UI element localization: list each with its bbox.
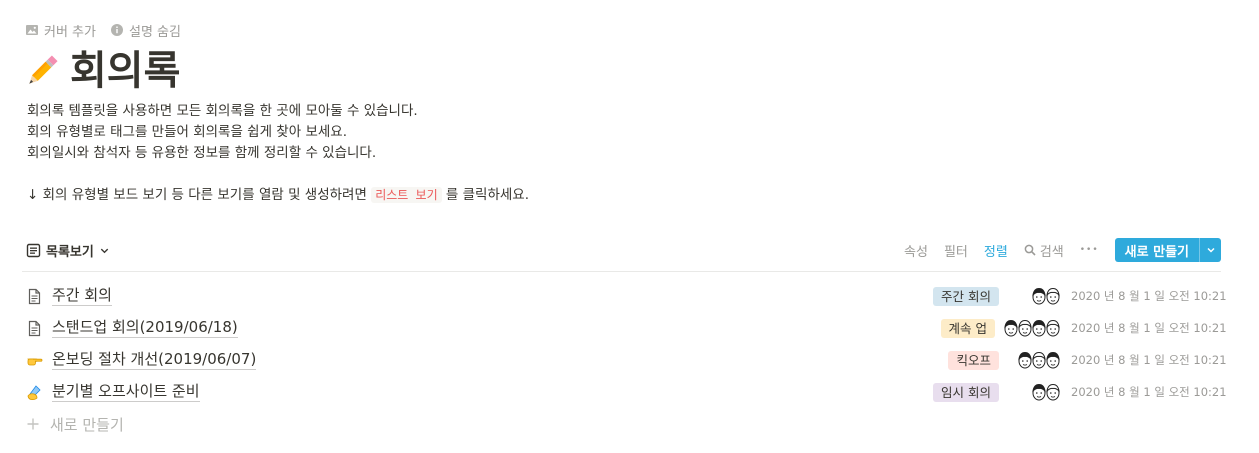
attendees[interactable] — [1009, 287, 1061, 305]
created-date: 2020 년 8 월 1 일 오전 10:21 — [1071, 321, 1227, 335]
meeting-type-tag: 계속 업 — [940, 318, 995, 338]
list-item[interactable]: 온보딩 절차 개선(2019/06/07) 킥오프 2020 년 8 월 1 일… — [22, 344, 1227, 376]
description-hint: ↓ 회의 유형별 보드 보기 등 다른 보기를 열람 및 생성하려면 리스트 보… — [27, 185, 529, 206]
info-icon — [110, 24, 123, 36]
filter-button[interactable]: 필터 — [936, 238, 976, 262]
attendees[interactable] — [1009, 351, 1061, 369]
list-view-icon — [26, 243, 41, 257]
avatar — [1046, 287, 1060, 305]
writing-hand-icon — [25, 383, 43, 401]
description-line: 회의록 템플릿을 사용하면 모든 회의록을 한 곳에 모아둘 수 있습니다. — [27, 103, 418, 119]
sort-button[interactable]: 정렬 — [976, 238, 1016, 262]
new-page-template-dropdown[interactable] — [1199, 238, 1221, 262]
add-cover-button[interactable]: 커버 추가 — [25, 20, 96, 40]
description-line: 회의 유형별로 태그를 만들어 회의록을 쉽게 찾아 보세요. — [27, 124, 347, 140]
more-button[interactable]: ••• — [1072, 238, 1107, 262]
created-date: 2020 년 8 월 1 일 오전 10:21 — [1071, 385, 1227, 399]
database-toolbar: 목록보기 속성 필터 정렬 검색 ••• 새로 만들기 — [22, 236, 1221, 264]
pencil-icon[interactable] — [22, 51, 62, 91]
divider — [22, 271, 1221, 272]
avatar — [1046, 383, 1060, 401]
avatar — [1046, 319, 1060, 337]
properties-button[interactable]: 속성 — [896, 238, 936, 262]
document-icon — [25, 287, 43, 305]
created-date: 2020 년 8 월 1 일 오전 10:21 — [1071, 289, 1227, 303]
new-page-button-group: 새로 만들기 — [1114, 238, 1221, 262]
page-title-link[interactable]: 온보딩 절차 개선(2019/06/07) — [52, 350, 257, 370]
page-title-link[interactable]: 스탠드업 회의(2019/06/18) — [52, 318, 238, 338]
list-item[interactable]: 스탠드업 회의(2019/06/18) 계속 업 2020 년 8 월 1 일 … — [22, 312, 1227, 344]
image-icon — [26, 25, 38, 35]
meeting-type-tag: 주간 회의 — [933, 286, 999, 306]
page-title[interactable]: 회의록 — [70, 46, 180, 96]
avatar — [1046, 351, 1060, 369]
view-selector[interactable]: 목록보기 — [22, 241, 110, 260]
search-button[interactable]: 검색 — [1016, 238, 1072, 262]
view-label: 목록보기 — [46, 244, 94, 260]
list-item[interactable]: 주간 회의 주간 회의 2020 년 8 월 1 일 오전 10:21 — [22, 280, 1227, 312]
add-new-page-row[interactable]: 새로 만들기 — [22, 408, 1221, 440]
page-top-actions: 커버 추가 설명 숨김 — [25, 20, 181, 40]
search-icon — [1024, 244, 1036, 256]
document-icon — [25, 319, 43, 337]
meeting-type-tag: 임시 회의 — [933, 382, 999, 402]
attendees[interactable] — [1004, 319, 1061, 337]
page-description: 회의록 템플릿을 사용하면 모든 회의록을 한 곳에 모아둘 수 있습니다. 회… — [27, 101, 529, 206]
list-item[interactable]: 분기별 오프사이트 준비 임시 회의 2020 년 8 월 1 일 오전 10:… — [22, 376, 1227, 408]
hint-text: ↓ 회의 유형별 보드 보기 등 다른 보기를 열람 및 생성하려면 — [27, 187, 372, 203]
hide-description-label: 설명 숨김 — [128, 24, 181, 40]
description-line: 회의일시와 참석자 등 유용한 정보를 함께 정리할 수 있습니다. — [27, 145, 377, 161]
chevron-down-icon — [100, 248, 109, 253]
page-title-link[interactable]: 주간 회의 — [52, 286, 112, 306]
inline-code: 리스트 보기 — [371, 187, 442, 203]
created-date: 2020 년 8 월 1 일 오전 10:21 — [1071, 353, 1227, 367]
page-list: 주간 회의 주간 회의 2020 년 8 월 1 일 오전 10:21 스탠드업… — [22, 280, 1227, 440]
hide-description-button[interactable]: 설명 숨김 — [110, 20, 181, 40]
plus-icon — [27, 418, 39, 430]
hint-text: 를 클릭하세요. — [441, 187, 530, 203]
attendees[interactable] — [1009, 383, 1061, 401]
new-page-button[interactable]: 새로 만들기 — [1115, 238, 1199, 262]
add-cover-label: 커버 추가 — [44, 24, 96, 40]
toolbar-actions: 속성 필터 정렬 검색 ••• 새로 만들기 — [896, 238, 1221, 262]
page-title-link[interactable]: 분기별 오프사이트 준비 — [52, 382, 200, 402]
page-header: 회의록 — [22, 46, 180, 96]
chevron-down-icon — [1206, 247, 1215, 253]
meeting-type-tag: 킥오프 — [948, 350, 999, 370]
pointing-hand-icon — [25, 351, 43, 369]
add-new-label: 새로 만들기 — [50, 415, 124, 434]
search-label: 검색 — [1039, 244, 1064, 260]
